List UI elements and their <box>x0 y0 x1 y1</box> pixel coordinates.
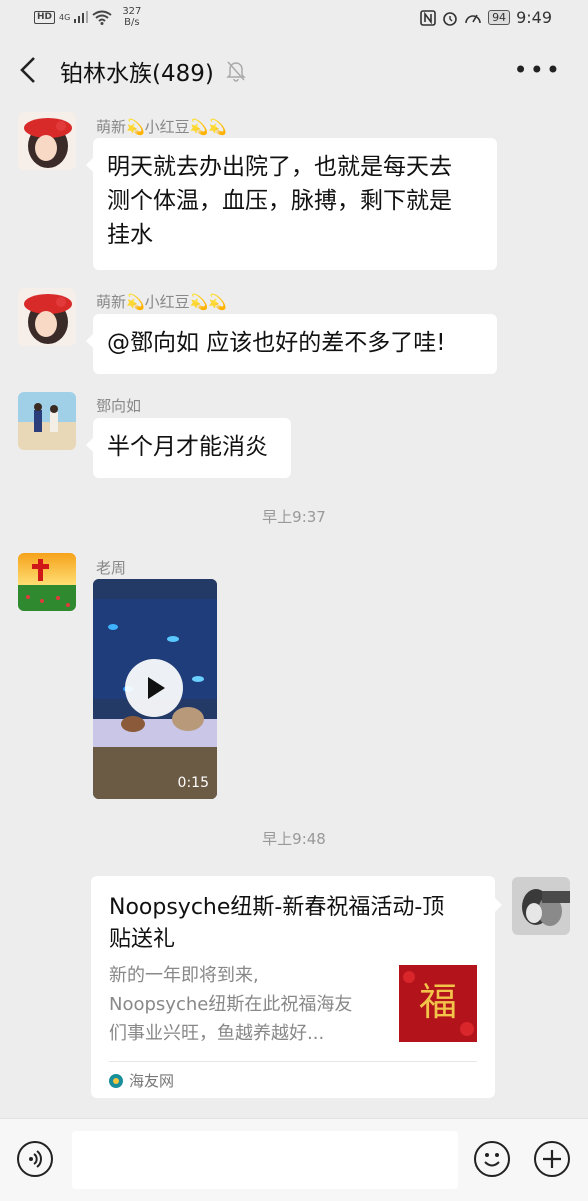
mute-bell-icon <box>226 61 246 82</box>
status-bar: HD 4G 327 B/s 94 9:49 <box>0 0 588 36</box>
timestamp: 早上9:37 <box>262 508 326 526</box>
sender-name: 老周 <box>96 559 127 577</box>
sender-name: 萌新💫小红豆💫💫 <box>96 118 228 136</box>
card-source: 海友网 <box>109 1070 174 1091</box>
more-functions-button[interactable] <box>534 1141 570 1177</box>
speed-gauge-icon <box>465 14 481 23</box>
signal-icon <box>74 11 89 23</box>
chat-header: 铂林水族(489) ••• <box>0 36 588 104</box>
sender-name: 萌新💫小红豆💫💫 <box>96 293 228 311</box>
input-bar <box>0 1118 588 1201</box>
voice-input-button[interactable] <box>17 1141 53 1177</box>
sender-name: 鄧向如 <box>96 397 142 415</box>
source-name: 海友网 <box>129 1072 175 1090</box>
wifi-icon <box>92 10 112 25</box>
message-line: 明天就去办出院了，也就是每天去 <box>107 154 452 180</box>
emoji-button[interactable] <box>474 1141 510 1177</box>
battery-icon: 94 <box>488 10 511 25</box>
avatar[interactable] <box>18 392 76 450</box>
message-line: 测个体温，血压，脉搏，剩下就是 <box>107 188 452 214</box>
avatar[interactable] <box>18 288 76 346</box>
plus-icon <box>543 1150 561 1168</box>
message-text: @鄧向如 应该也好的差不多了哇! <box>107 330 446 356</box>
more-options-icon[interactable]: ••• <box>514 58 562 82</box>
nfc-icon <box>420 9 436 26</box>
message-input[interactable] <box>72 1131 458 1189</box>
my-avatar[interactable] <box>512 877 570 935</box>
source-logo-icon <box>109 1073 123 1088</box>
avatar[interactable] <box>18 553 76 611</box>
message-bubble[interactable]: 明天就去办出院了，也就是每天去 测个体温，血压，脉搏，剩下就是 挂水 <box>86 138 497 270</box>
card-title: Noopsyche纽斯-新春祝福活动-顶 贴送礼 <box>109 895 445 952</box>
video-message[interactable]: 0:15 <box>93 579 217 799</box>
message-bubble[interactable]: @鄧向如 应该也好的差不多了哇! <box>86 314 497 374</box>
link-card[interactable]: Noopsyche纽斯-新春祝福活动-顶 贴送礼 新的一年即将到来, Noops… <box>91 876 502 1098</box>
smiley-icon <box>484 1153 500 1167</box>
video-duration: 0:15 <box>177 775 209 791</box>
card-divider <box>109 1061 477 1062</box>
card-thumbnail: 福 <box>399 965 477 1042</box>
svg-text:福: 福 <box>419 980 457 1024</box>
network-type: 4G <box>59 12 71 22</box>
hd-indicator: HD <box>34 10 56 24</box>
clock: 9:49 <box>516 8 552 27</box>
message-line: 挂水 <box>107 222 153 248</box>
back-icon[interactable] <box>16 54 44 86</box>
message-text: 半个月才能消炎 <box>107 434 268 460</box>
play-icon[interactable] <box>125 659 183 717</box>
card-description: 新的一年即将到来, Noopsyche纽斯在此祝福海友 们事业兴旺，鱼越养越好.… <box>109 965 353 1044</box>
voice-icon <box>29 1150 42 1168</box>
timestamp: 早上9:48 <box>262 830 326 848</box>
avatar[interactable] <box>18 112 76 170</box>
alarm-icon <box>443 11 457 26</box>
chat-title: 铂林水族(489) <box>60 61 214 87</box>
net-speed: 327 B/s <box>122 6 142 28</box>
message-bubble[interactable]: 半个月才能消炎 <box>86 418 291 478</box>
